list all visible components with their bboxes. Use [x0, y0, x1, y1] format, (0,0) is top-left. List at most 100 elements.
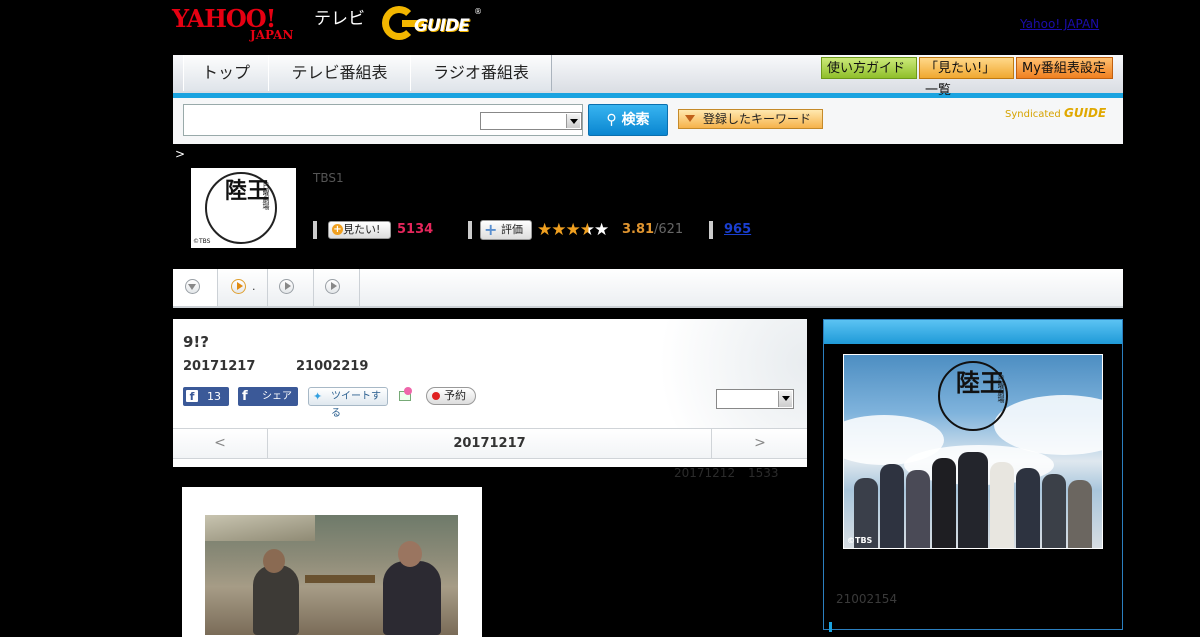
photo-person — [253, 565, 299, 635]
cast-figure — [932, 458, 956, 548]
side-air-time: 21002154 — [836, 592, 898, 606]
triangle-right-icon — [285, 282, 291, 290]
pager-date: 20171217 — [453, 436, 526, 451]
facebook-share-button[interactable]: f シェア — [238, 387, 298, 406]
pager-next-button[interactable]: > — [711, 429, 808, 458]
star-icon: ★ — [551, 220, 566, 240]
mitai-label: 見たい! — [343, 223, 381, 236]
breadcrumb: > — [175, 147, 186, 161]
my-schedule-settings-button[interactable]: My番組表設定 — [1016, 57, 1113, 79]
search-icon: ⚲ — [606, 112, 622, 128]
tab-episode-next[interactable]: . — [218, 269, 268, 306]
scene-photo-frame — [182, 487, 482, 637]
rating-value: 3.81 — [622, 222, 655, 237]
episode-date: 20171217 — [183, 359, 256, 374]
cast-figure — [1016, 468, 1040, 548]
key-visual-sub: 日曜劇場 — [997, 375, 1005, 403]
rate-button[interactable]: + 評価 — [480, 220, 532, 240]
divider — [709, 221, 713, 239]
facebook-share-label: シェア — [262, 391, 292, 402]
mitai-button[interactable]: + 見たい! — [328, 221, 391, 239]
yahoo-logo[interactable]: YAHOO! JAPAN — [172, 6, 312, 43]
episode-time: 21002219 — [296, 359, 369, 374]
view-count: 1533 — [748, 466, 779, 480]
search-button[interactable]: ⚲ 検索 — [588, 104, 668, 136]
star-empty-icon: ★ — [594, 220, 609, 240]
yahoo-logo-sub: JAPAN — [250, 28, 294, 42]
saved-keyword-label: 登録したキーワード — [703, 112, 812, 126]
tv-logo-text[interactable]: テレビ — [314, 8, 365, 30]
episode-tabs: . — [173, 269, 1123, 308]
episode-select[interactable] — [716, 389, 794, 409]
rating-count: /621 — [654, 222, 684, 237]
chevron-down-icon — [566, 114, 580, 128]
tab-episode[interactable] — [314, 269, 360, 306]
divider — [468, 221, 472, 239]
cast-figure — [958, 452, 988, 548]
episode-panel: 9!? 20171217 21002219 f 13 f シェア ✦ ツイートす… — [173, 319, 807, 467]
twitter-icon: ✦ — [313, 390, 323, 403]
calendar-icon[interactable] — [398, 387, 414, 403]
star-half-icon: ★ — [579, 220, 595, 240]
photo-person — [383, 561, 441, 635]
mitai-list-button[interactable]: 「見たい!」一覧 — [919, 57, 1014, 98]
reserve-label: 予約 — [444, 389, 466, 402]
cast-figure — [990, 462, 1014, 548]
side-marker — [829, 622, 832, 632]
registered-mark: ® — [474, 7, 482, 16]
photo-person-head — [398, 541, 422, 567]
facebook-icon: f — [242, 389, 248, 404]
saved-keyword-button[interactable]: 登録したキーワード — [678, 109, 823, 129]
program-logo-sub: 日曜劇場 — [262, 182, 270, 210]
cast-figure — [906, 470, 930, 548]
program-key-visual[interactable]: 陸王 日曜劇場 ©TBS — [843, 354, 1103, 549]
pager-prev-button[interactable]: < — [173, 429, 268, 458]
update-date: 20171212 — [674, 466, 736, 480]
star-icon: ★ — [565, 220, 581, 240]
gguide-logo[interactable]: GUIDE ® — [382, 6, 486, 42]
program-logo: 陸王 日曜劇場 ©TBS — [191, 168, 296, 248]
channel-name: TBS1 — [313, 171, 344, 185]
star-icon: ★ — [537, 220, 552, 240]
rate-label: 評価 — [501, 223, 523, 236]
tab-tv-schedule[interactable]: テレビ番組表 — [268, 55, 411, 91]
syndicated-label: Syndicated — [1005, 109, 1061, 120]
tab-radio-schedule[interactable]: ラジオ番組表 — [410, 55, 552, 91]
search-category-select[interactable] — [480, 112, 582, 130]
facebook-count-button[interactable]: f 13 — [183, 387, 229, 406]
episode-title: 9!? — [183, 333, 209, 351]
facebook-icon: f — [186, 390, 198, 403]
cast-figure — [880, 464, 904, 548]
yahoo-japan-link[interactable]: Yahoo! JAPAN — [1020, 16, 1099, 32]
main-nav: トップ テレビ番組表 ラジオ番組表 使い方ガイド 「見たい!」一覧 My番組表設… — [173, 55, 1123, 98]
reserve-button[interactable]: 予約 — [426, 387, 476, 405]
copyright-label: ©TBS — [847, 536, 873, 545]
tweet-button[interactable]: ✦ ツイートする — [308, 387, 388, 419]
tab-episode[interactable] — [268, 269, 314, 306]
tab-current[interactable] — [173, 269, 218, 306]
review-count-link[interactable]: 965 — [724, 222, 751, 238]
chevron-down-icon — [778, 391, 792, 407]
scene-photo[interactable] — [205, 515, 458, 635]
photo-person-head — [263, 549, 285, 573]
side-panel: 陸王 日曜劇場 ©TBS 21002154 — [823, 319, 1123, 632]
photo-tent — [205, 515, 315, 541]
search-button-label: 検索 — [621, 112, 650, 128]
triangle-right-icon — [237, 282, 243, 290]
calendar-badge — [404, 387, 412, 395]
plus-icon: + — [332, 224, 343, 235]
gguide-logo-text: GUIDE — [414, 16, 470, 36]
tab-top[interactable]: トップ — [183, 55, 269, 91]
copyright-label: ©TBS — [193, 238, 211, 245]
panel-gradient — [607, 319, 807, 429]
syndicated-badge: Syndicated GUIDE — [1005, 106, 1106, 121]
tab-label: . — [252, 280, 256, 293]
date-pager: < 20171217 > — [173, 428, 807, 459]
facebook-count: 13 — [207, 390, 221, 403]
divider — [313, 221, 317, 239]
triangle-right-icon — [331, 282, 337, 290]
syndicated-logo: GUIDE — [1063, 106, 1107, 120]
guide-button[interactable]: 使い方ガイド — [821, 57, 917, 79]
triangle-down-icon — [188, 284, 196, 290]
photo-table — [305, 575, 375, 583]
